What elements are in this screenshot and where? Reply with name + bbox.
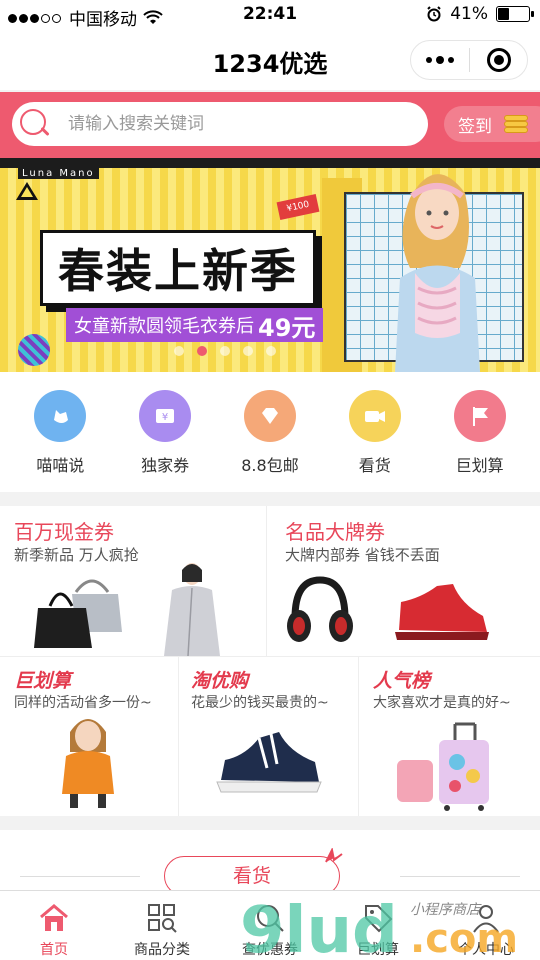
divider [20,876,140,877]
grid-search-icon [145,901,179,935]
tab-label: 首页 [40,942,68,958]
signin-button[interactable]: 签到 [444,106,540,142]
carousel-dot[interactable] [220,346,230,356]
sneaker-image [395,584,489,640]
kanhuo-section: 看货 [0,830,540,896]
tab-tag[interactable]: 巨划算 [324,891,432,960]
sparkle-icon [325,848,343,863]
banner-subline-text: 女童新款圆领毛衣券后 [74,316,254,337]
promo-popular[interactable]: 人气榜 大家喜欢才是真的好~ [359,656,540,816]
promo-subtitle: 花最少的钱买最贵的~ [191,695,329,711]
carousel-dot[interactable] [197,346,207,356]
search-icon [20,109,50,139]
battery-icon [496,6,534,22]
promo-cash-coupon[interactable]: 百万现金券 新季新品 万人疯抢 [0,506,266,656]
carousel-dot[interactable] [174,346,184,356]
tag-icon [361,901,395,935]
sneaker-image [216,732,322,793]
banner-price: 49元 [258,313,316,342]
search-box[interactable] [12,102,428,146]
svg-text:¥: ¥ [162,412,168,423]
quick-link-label: 巨划算 [455,456,504,475]
promo-deal[interactable]: 巨划算 同样的活动省多一份~ [0,656,178,816]
banner-subline: 女童新款圆领毛衣券后 49元 [66,308,324,342]
quick-link[interactable]: 巨划算 [435,390,525,492]
battery-fill [498,8,510,20]
luggage-image [397,722,489,811]
promo-subtitle: 新季新品 万人疯抢 [14,546,139,564]
tab-grid-search[interactable]: 商品分类 [108,891,216,960]
target-icon [486,48,511,72]
quick-links: 喵喵说 ¥ 独家券 8.8包邮 看货 巨划算 [0,372,540,492]
tab-label: 个人中心 [458,942,514,958]
quick-link-label: 8.8包邮 [241,456,299,475]
promo-taoyou[interactable]: 淘优购 花最少的钱买最贵的~ [179,656,358,816]
tab-label: 查优惠券 [242,942,298,958]
coupon-search-icon [253,901,287,935]
quick-link[interactable]: 喵喵说 [15,390,105,492]
search-band: 签到 [0,92,540,158]
tab-label: 巨划算 [357,942,399,958]
status-bar: 中国移动 22:41 41% [0,0,540,30]
ticket-icon: ¥ [139,390,192,442]
carousel-dot[interactable] [266,346,276,356]
tab-home[interactable]: 首页 [0,891,108,960]
quick-link[interactable]: 看货 [330,390,420,492]
more-button[interactable] [411,55,469,64]
banner-headline: 春装上新季 [58,244,298,298]
model-image [395,174,480,372]
tab-bar: 首页 商品分类 查优惠券 巨划算 个人中心 [0,890,540,960]
promo-title: 巨划算 [14,670,72,692]
miniprogram-capsule [410,40,528,80]
promo-title: 人气榜 [373,670,431,692]
carousel-indicators [0,346,540,356]
carousel-dot[interactable] [243,346,253,356]
promo-brand-coupon[interactable]: 名品大牌券 大牌内部券 省钱不丢面 [267,506,540,656]
quick-link-label: 独家券 [141,456,190,475]
battery-percent: 41% [450,4,488,24]
banner-carousel[interactable]: Luna Mano ¥100 春装上新季 女童新款圆领毛衣券后 49元 [0,158,540,372]
promo-subtitle: 大家喜欢才是真的好~ [373,695,511,711]
tab-label: 商品分类 [134,942,190,958]
status-right: 41% [426,4,534,24]
quick-link-label: 喵喵说 [36,456,85,475]
promo-subtitle: 同样的活动省多一份~ [14,695,152,711]
promo-subtitle: 大牌内部券 省钱不丢面 [285,546,440,564]
coins-icon [504,115,530,133]
quick-link[interactable]: ¥ 独家券 [120,390,210,492]
headphones-image [287,576,353,642]
coat-model-image [164,563,220,656]
diamond-icon [243,390,296,442]
promo-grid: 百万现金券 新季新品 万人疯抢 名品大牌券 大牌内部券 省钱不丢面 巨划算 同样… [0,506,540,816]
tab-user[interactable]: 个人中心 [432,891,540,960]
divider [400,876,520,877]
promo-title: 名品大牌券 [285,520,385,544]
quick-link-label: 看货 [358,456,391,475]
alarm-icon [427,6,441,22]
tab-coupon-search[interactable]: 查优惠券 [216,891,324,960]
search-input[interactable] [68,114,398,134]
flag-icon [453,390,506,442]
user-icon [469,901,503,935]
promo-title: 淘优购 [191,670,249,692]
close-miniprogram-button[interactable] [470,48,527,72]
quick-link[interactable]: 8.8包邮 [225,390,315,492]
banner-headline-box: 春装上新季 [40,230,316,306]
kid-image [62,719,114,808]
nav-bar: 1234优选 [0,30,540,90]
handbag-image [34,579,122,648]
cat-icon [34,390,87,442]
promo-title: 百万现金券 [14,520,114,544]
triangle-decoration [16,182,38,200]
home-icon [37,901,71,935]
signin-label: 签到 [458,116,492,137]
banner-brand: Luna Mano [18,168,99,179]
video-icon [348,390,401,442]
